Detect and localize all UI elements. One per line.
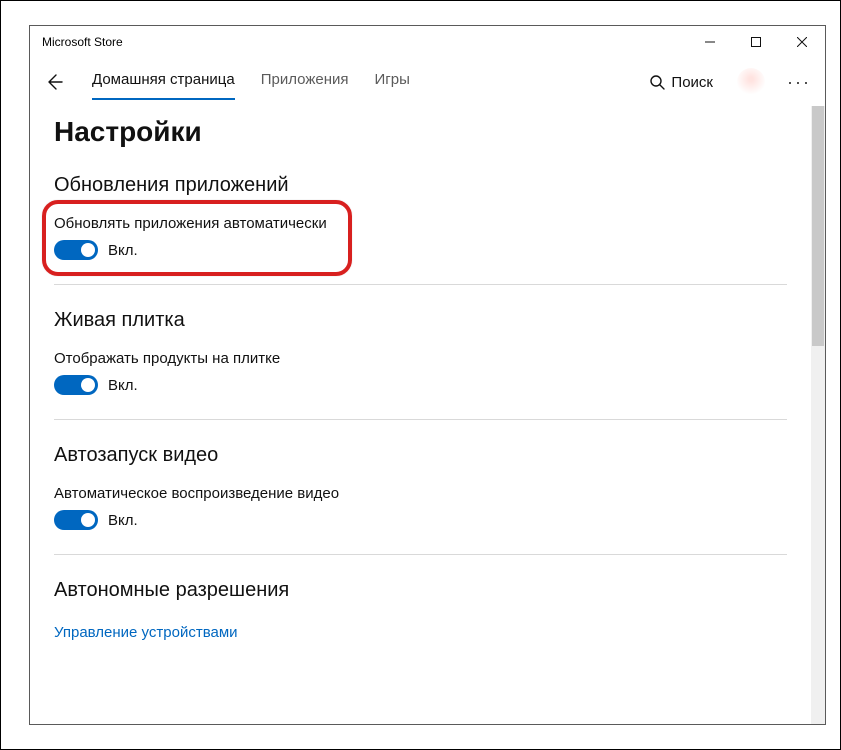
minimize-button[interactable]: [687, 26, 733, 58]
search-button[interactable]: Поиск: [649, 74, 713, 91]
toggle-live-tile[interactable]: [54, 375, 98, 395]
page-title: Настройки: [54, 116, 787, 148]
search-label: Поиск: [671, 74, 713, 91]
more-icon: ···: [787, 72, 811, 93]
divider: [54, 419, 787, 420]
section-title-offline: Автономные разрешения: [54, 579, 787, 602]
toggle-knob: [81, 378, 95, 392]
settings-content: Настройки Обновления приложений Обновлят…: [30, 106, 811, 724]
titlebar: Microsoft Store: [30, 26, 825, 58]
more-button[interactable]: ···: [781, 64, 817, 100]
back-button[interactable]: [34, 62, 74, 102]
setting-label-video: Автоматическое воспроизведение видео: [54, 485, 787, 502]
toggle-state-live-tile: Вкл.: [108, 377, 138, 394]
app-frame: Microsoft Store Домашняя: [0, 0, 841, 750]
tab-apps[interactable]: Приложения: [261, 65, 349, 100]
maximize-button[interactable]: [733, 26, 779, 58]
link-manage-devices[interactable]: Управление устройствами: [54, 624, 787, 641]
toggle-row-video: Вкл.: [54, 510, 787, 530]
vertical-scrollbar[interactable]: [811, 106, 825, 724]
section-title-live-tile: Живая плитка: [54, 309, 787, 332]
divider: [54, 554, 787, 555]
close-icon: [797, 37, 807, 47]
window-title: Microsoft Store: [42, 35, 123, 49]
setting-label-auto-update: Обновлять приложения автоматически: [54, 215, 787, 232]
section-title-updates: Обновления приложений: [54, 174, 787, 197]
close-button[interactable]: [779, 26, 825, 58]
minimize-icon: [705, 37, 715, 47]
app-window: Microsoft Store Домашняя: [29, 25, 826, 725]
toggle-row-live-tile: Вкл.: [54, 375, 787, 395]
content-scroll: Настройки Обновления приложений Обновлят…: [30, 106, 825, 724]
toggle-state-video: Вкл.: [108, 512, 138, 529]
maximize-icon: [751, 37, 761, 47]
tab-home[interactable]: Домашняя страница: [92, 65, 235, 100]
toggle-auto-update[interactable]: [54, 240, 98, 260]
scrollbar-thumb[interactable]: [812, 106, 824, 346]
toggle-video[interactable]: [54, 510, 98, 530]
command-bar: Домашняя страница Приложения Игры Поиск …: [30, 58, 825, 106]
setting-label-live-tile: Отображать продукты на плитке: [54, 350, 787, 367]
window-controls: [687, 26, 825, 58]
toggle-knob: [81, 243, 95, 257]
nav-tabs: Домашняя страница Приложения Игры: [92, 65, 410, 100]
toggle-knob: [81, 513, 95, 527]
section-title-video: Автозапуск видео: [54, 444, 787, 467]
toggle-row-auto-update: Вкл.: [54, 240, 787, 260]
profile-avatar[interactable]: [737, 68, 765, 96]
tab-games[interactable]: Игры: [374, 65, 409, 100]
toggle-state-auto-update: Вкл.: [108, 242, 138, 259]
back-arrow-icon: [44, 72, 64, 92]
search-icon: [649, 74, 665, 90]
divider: [54, 284, 787, 285]
